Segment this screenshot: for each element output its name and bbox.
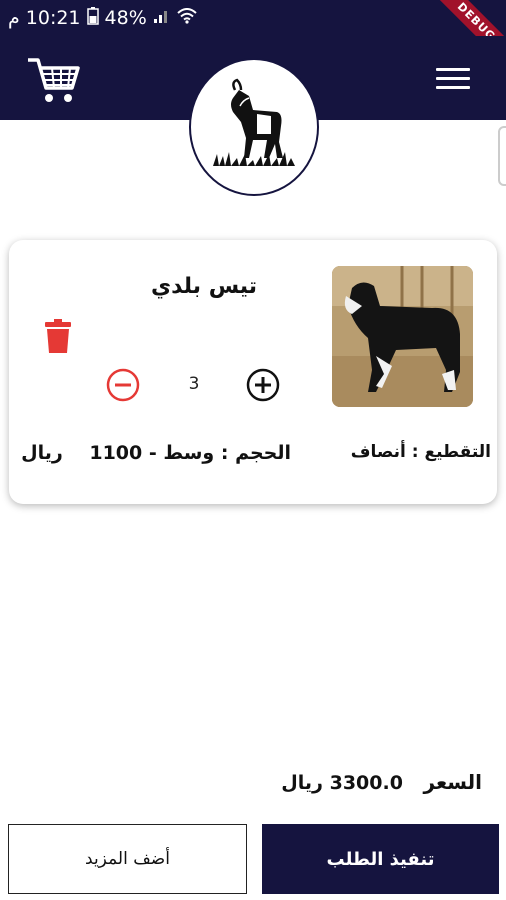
- decrease-quantity-icon[interactable]: [106, 368, 140, 402]
- goat-photo: [332, 266, 473, 407]
- checkout-button[interactable]: تنفيذ الطلب: [262, 824, 499, 894]
- status-time: 10:21: [25, 7, 81, 29]
- item-price: 1100: [89, 442, 143, 464]
- battery-icon: [86, 6, 99, 30]
- hamburger-menu-icon[interactable]: [436, 68, 470, 92]
- size-price-line: الحجم : وسط - 1100 ريال: [21, 442, 291, 464]
- cart-item-card: تيس بلدي 3 الحجم : وسط - 1100 ريال التقط…: [9, 240, 497, 504]
- wifi-icon: [177, 7, 197, 29]
- size-value: وسط: [163, 442, 215, 464]
- size-label: الحجم: [235, 442, 291, 464]
- cut-label: التقطيع: [424, 442, 492, 462]
- side-drawer-edge: [498, 126, 506, 186]
- add-more-button[interactable]: أضف المزيد: [8, 824, 247, 894]
- product-name: تيس بلدي: [150, 274, 258, 299]
- cart-icon[interactable]: [26, 54, 82, 106]
- status-bar: م 10:21 48% DEBUG: [0, 0, 506, 72]
- signal-icon: [153, 7, 171, 29]
- status-ampm: م: [8, 7, 20, 29]
- total-price: السعر 3300.0 ريال: [182, 770, 482, 794]
- quantity-value: 3: [188, 374, 200, 394]
- cart-screen: م 10:21 48% DEBUG تيس بلدي 3 الحجم: وسط…: [0, 0, 506, 900]
- total-currency: ريال: [281, 772, 323, 794]
- battery-percent: 48%: [104, 7, 147, 29]
- cut-value: أنصاف: [350, 442, 406, 462]
- cut-line: التقطيع : أنصاف: [350, 442, 492, 462]
- trash-icon[interactable]: [45, 319, 71, 353]
- total-label: السعر: [423, 770, 482, 794]
- item-currency: ريال: [21, 442, 63, 464]
- total-amount: 3300.0: [329, 772, 403, 794]
- goat-logo-icon: [189, 58, 319, 196]
- increase-quantity-icon[interactable]: [246, 368, 280, 402]
